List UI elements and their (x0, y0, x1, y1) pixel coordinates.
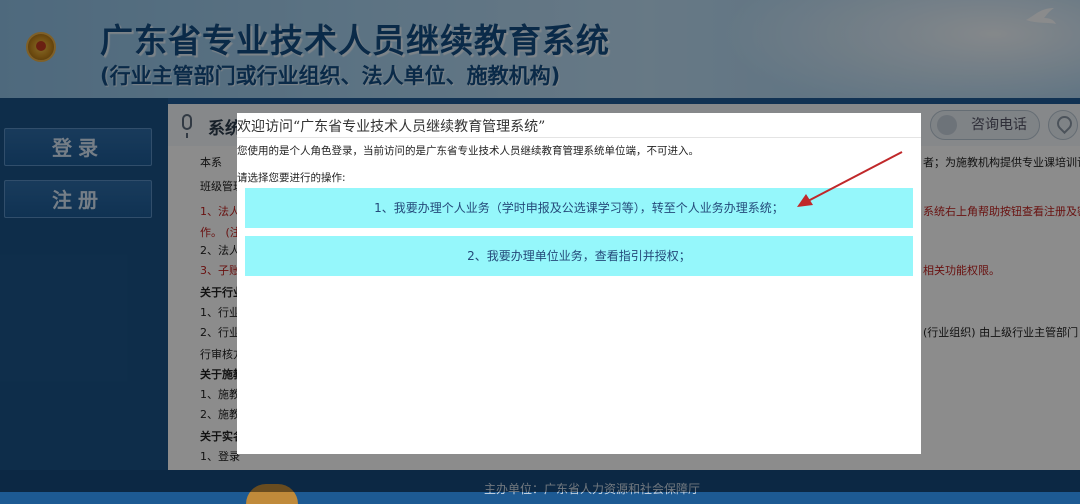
dialog-prompt: 请选择您要进行的操作: (237, 172, 346, 184)
dialog-message: 您使用的是个人角色登录，当前访问的是广东省专业技术人员继续教育管理系统单位端，不… (237, 145, 699, 157)
dialog-divider (237, 137, 921, 138)
dialog-title: 欢迎访问“广东省专业技术人员继续教育管理系统” (237, 119, 546, 135)
unit-business-option[interactable]: 2、我要办理单位业务，查看指引并授权； (245, 236, 913, 276)
personal-business-option[interactable]: 1、我要办理个人业务（学时申报及公选课学习等），转至个人业务办理系统； (245, 188, 913, 228)
welcome-dialog: 欢迎访问“广东省专业技术人员继续教育管理系统” 您使用的是个人角色登录，当前访问… (237, 113, 921, 454)
